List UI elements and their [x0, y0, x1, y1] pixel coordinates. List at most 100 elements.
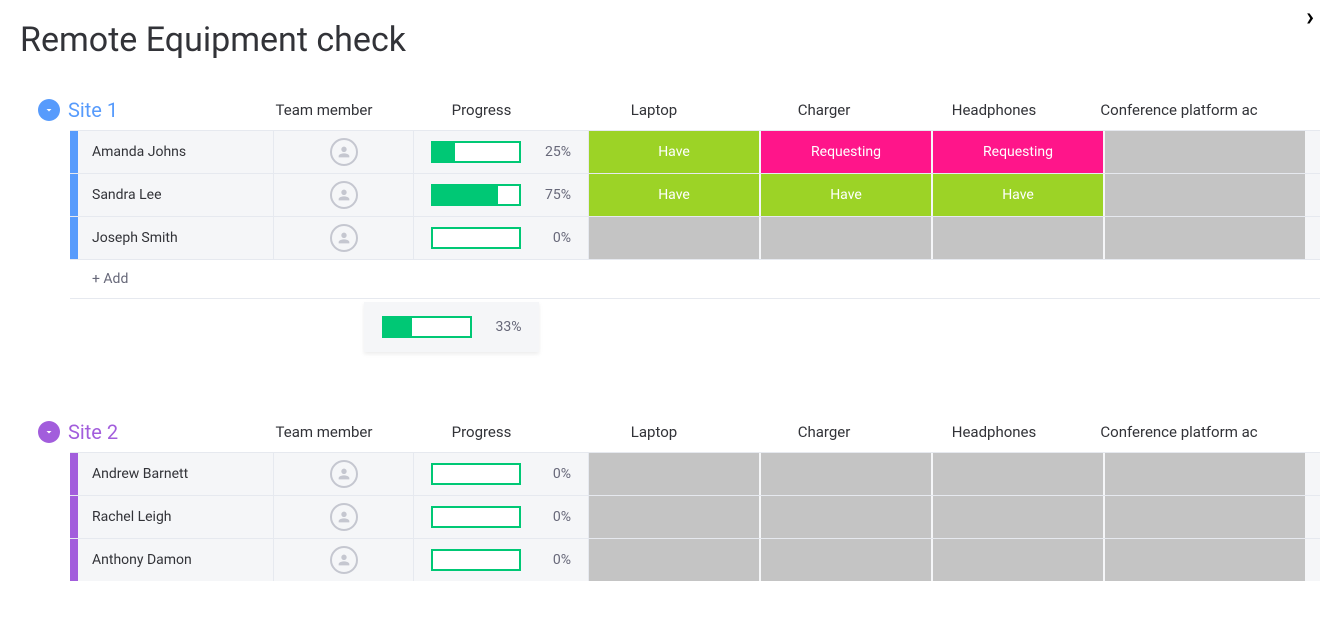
table-row: Joseph Smith 0% — [70, 216, 1320, 259]
status-laptop[interactable] — [589, 453, 759, 495]
column-header-headphones[interactable]: Headphones — [909, 101, 1079, 119]
progress-percent: 33% — [482, 319, 522, 335]
item-name[interactable]: Rachel Leigh — [78, 496, 274, 538]
item-name[interactable]: Joseph Smith — [78, 217, 274, 259]
table-row: Amanda Johns25%HaveRequestingRequesting — [70, 130, 1320, 173]
person-icon — [330, 503, 358, 531]
status-laptop[interactable]: Have — [589, 174, 759, 216]
group-title[interactable]: Site 1 — [68, 98, 254, 122]
group-header: Site 2Team memberProgressLaptopChargerHe… — [20, 412, 1320, 452]
status-headphones[interactable] — [933, 453, 1103, 495]
column-header-team[interactable]: Team member — [254, 423, 394, 441]
progress-percent: 25% — [531, 144, 571, 160]
status-laptop[interactable] — [589, 217, 759, 259]
table-row: Sandra Lee75%HaveHaveHave — [70, 173, 1320, 216]
person-icon — [330, 224, 358, 252]
progress-percent: 0% — [531, 552, 571, 568]
column-header-conference[interactable]: Conference platform ac — [1079, 101, 1279, 119]
progress-bar — [431, 506, 521, 528]
status-headphones[interactable]: Have — [933, 174, 1103, 216]
next-arrow-button[interactable]: › — [1300, 0, 1320, 34]
table-row: Andrew Barnett 0% — [70, 452, 1320, 495]
group-site2: Site 2Team memberProgressLaptopChargerHe… — [20, 412, 1320, 581]
team-member-cell[interactable] — [274, 131, 414, 173]
status-laptop[interactable] — [589, 496, 759, 538]
column-header-conference[interactable]: Conference platform ac — [1079, 423, 1279, 441]
collapse-icon[interactable] — [38, 99, 60, 121]
row-stripe — [70, 453, 78, 495]
item-name[interactable]: Amanda Johns — [78, 131, 274, 173]
progress-bar — [431, 227, 521, 249]
status-laptop[interactable] — [589, 539, 759, 581]
status-headphones[interactable] — [933, 539, 1103, 581]
team-member-cell[interactable] — [274, 539, 414, 581]
status-charger[interactable] — [761, 453, 931, 495]
group-site1: Site 1Team memberProgressLaptopChargerHe… — [20, 90, 1320, 352]
column-header-charger[interactable]: Charger — [739, 101, 909, 119]
status-conference[interactable] — [1105, 217, 1305, 259]
column-header-laptop[interactable]: Laptop — [569, 101, 739, 119]
person-icon — [330, 181, 358, 209]
progress-bar — [431, 141, 521, 163]
progress-percent: 0% — [531, 509, 571, 525]
status-conference[interactable] — [1105, 453, 1305, 495]
team-member-cell[interactable] — [274, 453, 414, 495]
status-laptop[interactable]: Have — [589, 131, 759, 173]
group-summary: 33% — [20, 302, 1320, 352]
person-icon — [330, 138, 358, 166]
status-charger[interactable] — [761, 539, 931, 581]
page-title: Remote Equipment check — [20, 20, 1320, 60]
progress-bar — [431, 463, 521, 485]
column-header-headphones[interactable]: Headphones — [909, 423, 1079, 441]
column-header-progress[interactable]: Progress — [394, 101, 569, 119]
table-row: Anthony Damon 0% — [70, 538, 1320, 581]
table-row: Rachel Leigh 0% — [70, 495, 1320, 538]
add-item-button[interactable]: + Add — [78, 271, 128, 287]
progress-cell[interactable]: 0% — [414, 453, 589, 495]
add-row: + Add — [70, 259, 1320, 299]
status-headphones[interactable] — [933, 496, 1103, 538]
progress-cell[interactable]: 0% — [414, 496, 589, 538]
status-charger[interactable]: Requesting — [761, 131, 931, 173]
progress-cell[interactable]: 0% — [414, 217, 589, 259]
person-icon — [330, 460, 358, 488]
item-name[interactable]: Andrew Barnett — [78, 453, 274, 495]
collapse-icon[interactable] — [38, 421, 60, 443]
status-conference[interactable] — [1105, 496, 1305, 538]
item-name[interactable]: Sandra Lee — [78, 174, 274, 216]
summary-progress[interactable]: 33% — [364, 302, 539, 352]
progress-bar — [431, 549, 521, 571]
progress-percent: 0% — [531, 466, 571, 482]
status-headphones[interactable] — [933, 217, 1103, 259]
status-conference[interactable] — [1105, 131, 1305, 173]
status-charger[interactable] — [761, 496, 931, 538]
progress-cell[interactable]: 25% — [414, 131, 589, 173]
progress-percent: 75% — [531, 187, 571, 203]
status-conference[interactable] — [1105, 539, 1305, 581]
group-header: Site 1Team memberProgressLaptopChargerHe… — [20, 90, 1320, 130]
progress-cell[interactable]: 75% — [414, 174, 589, 216]
progress-cell[interactable]: 0% — [414, 539, 589, 581]
row-stripe — [70, 131, 78, 173]
column-header-team[interactable]: Team member — [254, 101, 394, 119]
row-stripe — [70, 217, 78, 259]
column-header-charger[interactable]: Charger — [739, 423, 909, 441]
row-stripe — [70, 539, 78, 581]
row-stripe — [70, 496, 78, 538]
item-name[interactable]: Anthony Damon — [78, 539, 274, 581]
progress-bar — [431, 184, 521, 206]
status-conference[interactable] — [1105, 174, 1305, 216]
status-charger[interactable] — [761, 217, 931, 259]
person-icon — [330, 546, 358, 574]
team-member-cell[interactable] — [274, 217, 414, 259]
progress-bar — [382, 316, 472, 338]
column-header-progress[interactable]: Progress — [394, 423, 569, 441]
team-member-cell[interactable] — [274, 496, 414, 538]
row-stripe — [70, 174, 78, 216]
group-title[interactable]: Site 2 — [68, 420, 254, 444]
status-charger[interactable]: Have — [761, 174, 931, 216]
column-header-laptop[interactable]: Laptop — [569, 423, 739, 441]
progress-percent: 0% — [531, 230, 571, 246]
status-headphones[interactable]: Requesting — [933, 131, 1103, 173]
team-member-cell[interactable] — [274, 174, 414, 216]
